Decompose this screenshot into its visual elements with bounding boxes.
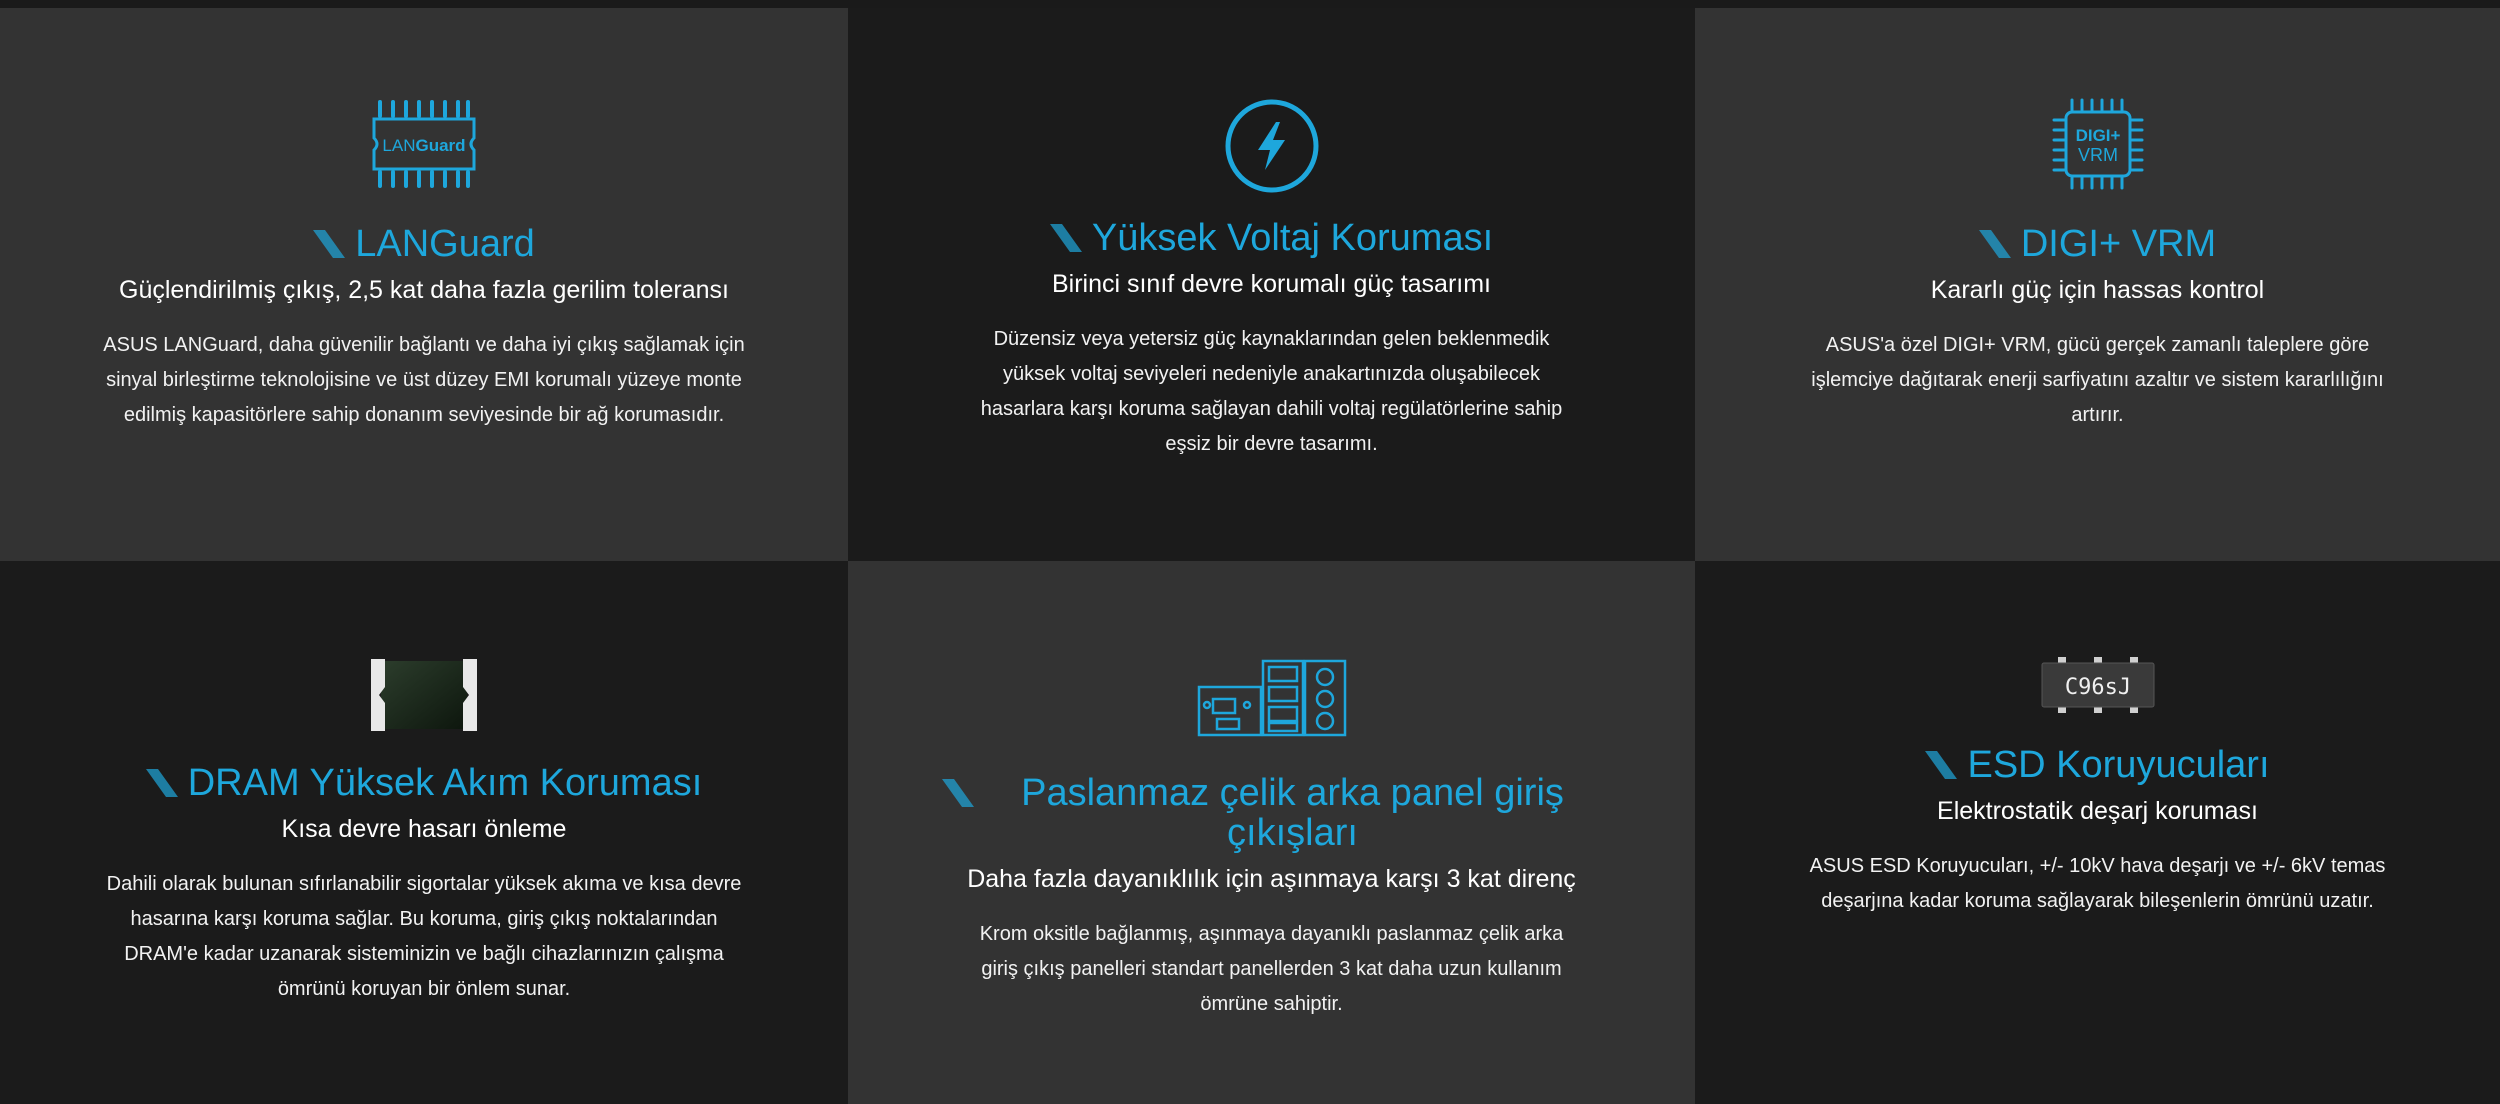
feature-title: DIGI+ VRM [1978, 224, 2216, 264]
feature-description: Krom oksitle bağlanmış, aşınmaya dayanık… [979, 923, 1564, 1015]
feature-description: ASUS'a özel DIGI+ VRM, gücü gerçek zaman… [1811, 334, 2384, 426]
feature-languard: LANGuard LANGuard Güçlendirilmiş çıkış, … [0, 8, 848, 561]
io-panel-icon [1197, 659, 1346, 737]
feature-subtitle: Daha fazla dayanıklılık için aşınmaya ka… [967, 865, 1576, 893]
slash-mark-icon [1049, 224, 1082, 252]
slash-mark-icon [1925, 751, 1958, 779]
slash-mark-icon [313, 230, 346, 258]
feature-stainless-steel-io: Paslanmaz çelik arka panel giriş çıkışla… [848, 561, 1695, 1104]
feature-digi-vrm: DIGI+ VRM DIGI+ VRM Kararlı güç için has… [1695, 8, 2500, 561]
esd-icon-text: C96sJ [2064, 675, 2130, 700]
feature-subtitle: Güçlendirilmiş çıkış, 2,5 kat daha fazla… [119, 276, 729, 304]
slash-mark-icon [145, 769, 178, 797]
lightning-bolt-icon [1225, 99, 1318, 193]
feature-grid: LANGuard LANGuard Güçlendirilmiş çıkış, … [0, 8, 2500, 1104]
digi-vrm-chip-icon: DIGI+ VRM [2052, 98, 2143, 190]
feature-subtitle: Kısa devre hasarı önleme [281, 815, 567, 843]
svg-text:LANGuard: LANGuard [382, 136, 465, 155]
feature-esd-guards: C96sJ ESD Koruyucuları Elektrostatik deş… [1695, 561, 2500, 1104]
feature-title: LANGuard [313, 224, 535, 264]
feature-description: Düzensiz veya yetersiz güç kaynaklarında… [980, 328, 1563, 455]
feature-description: Dahili olarak bulunan sıfırlanabilir sig… [106, 873, 742, 1000]
esd-chip-icon: C96sJ [2041, 657, 2154, 713]
feature-title: DRAM Yüksek Akım Koruması [145, 763, 702, 803]
feature-subtitle: Kararlı güç için hassas kontrol [1930, 276, 2265, 304]
feature-subtitle: Birinci sınıf devre korumalı güç tasarım… [1051, 270, 1492, 298]
languard-chip-icon: LANGuard [372, 100, 476, 188]
languard-icon-text-lan: LAN [382, 136, 415, 155]
slash-mark-icon [1978, 230, 2011, 258]
feature-title: Yüksek Voltaj Koruması [1049, 218, 1493, 258]
feature-description: ASUS LANGuard, daha güvenilir bağlantı v… [103, 334, 745, 426]
feature-description: ASUS ESD Koruyucuları, +/- 10kV hava deş… [1809, 855, 2386, 912]
digi-icon-text: DIGI+ [2075, 126, 2120, 145]
feature-dram-overcurrent-protection: DRAM Yüksek Akım Koruması Kısa devre has… [0, 561, 848, 1104]
top-bar [0, 0, 2500, 8]
languard-icon-text-guard: Guard [416, 136, 466, 155]
feature-title: ESD Koruyucuları [1925, 745, 2270, 785]
feature-title: Paslanmaz çelik arka panel giriş çıkışla… [941, 773, 1602, 853]
vrm-icon-text: VRM [2078, 145, 2118, 165]
feature-high-voltage-protection: Yüksek Voltaj Koruması Birinci sınıf dev… [848, 8, 1695, 561]
feature-subtitle: Elektrostatik deşarj koruması [1937, 797, 2258, 825]
fuse-component-icon [371, 659, 477, 731]
slash-mark-icon [941, 779, 974, 807]
